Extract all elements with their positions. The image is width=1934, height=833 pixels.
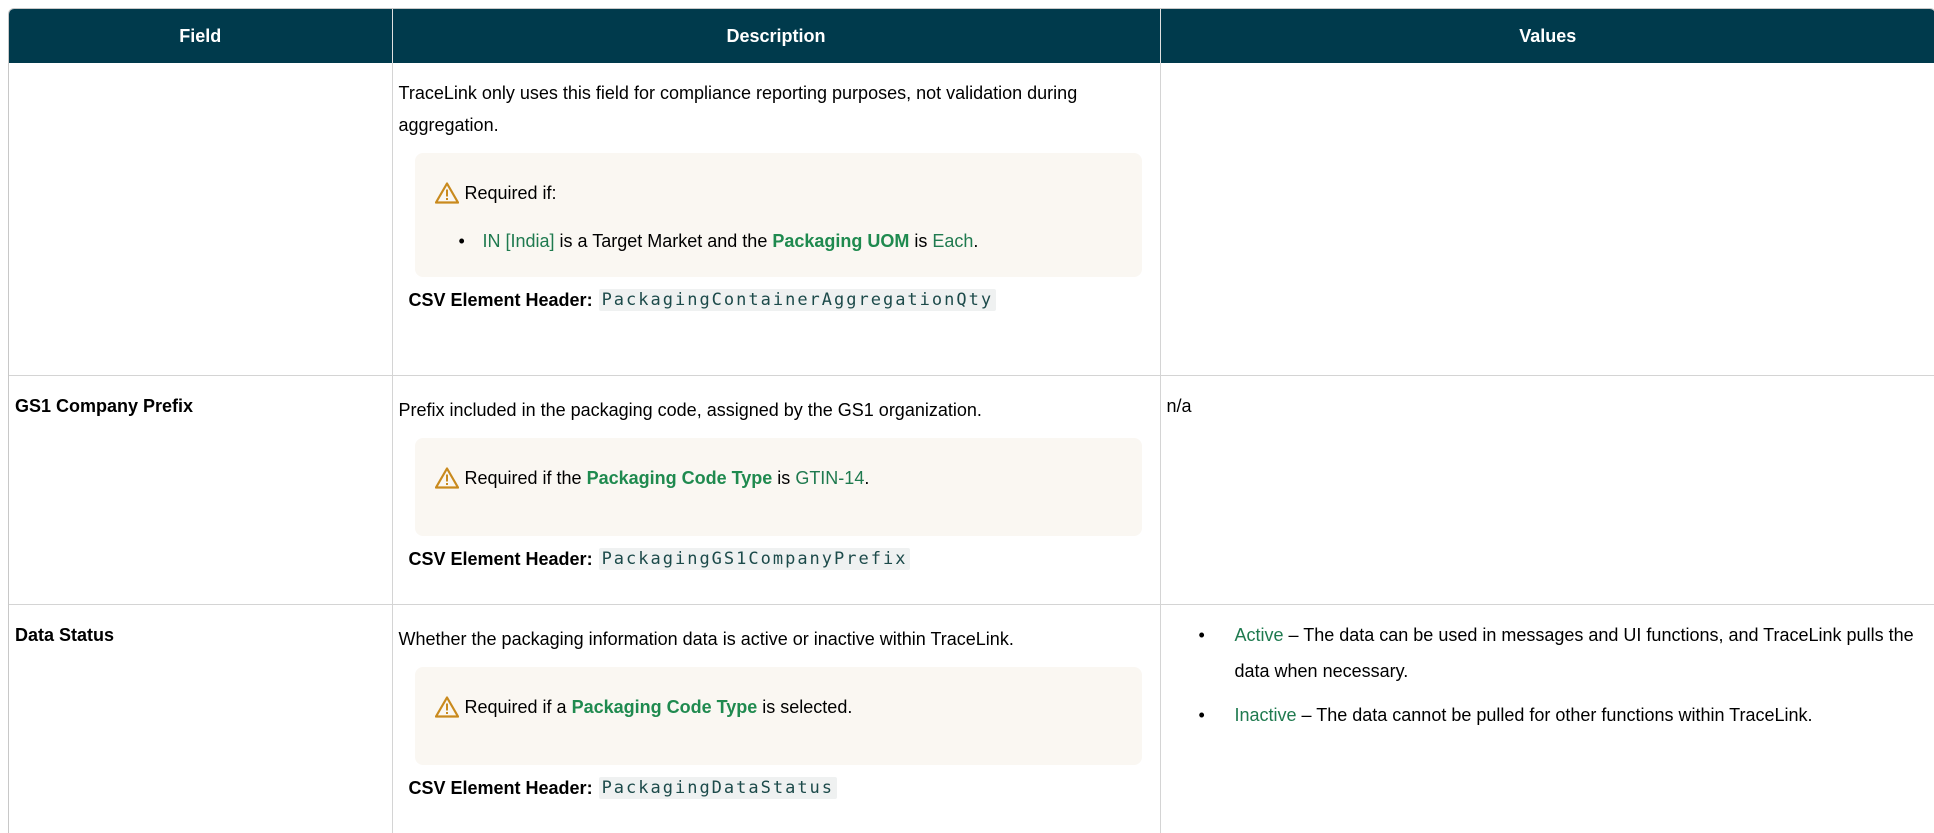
csv-label: CSV Element Header: — [409, 549, 593, 570]
note-lead: Required if the — [465, 468, 587, 489]
warning-triangle-icon — [435, 182, 459, 204]
description-text: Prefix included in the packaging code, a… — [399, 376, 1150, 426]
csv-code: PackagingContainerAggregationQty — [599, 289, 997, 311]
gtin-14-link[interactable]: GTIN-14 — [795, 468, 864, 489]
csv-code: PackagingGS1CompanyPrefix — [599, 548, 911, 570]
packaging-code-type-link[interactable]: Packaging Code Type — [572, 697, 758, 718]
field-name: Data Status — [9, 605, 392, 646]
field-cell: Data Status — [9, 605, 392, 833]
values-list: Active – The data can be used in message… — [1167, 617, 1934, 733]
list-item: Active – The data can be used in message… — [1167, 617, 1934, 689]
reference-table-wrapper: Field Description Values TraceLink only … — [8, 8, 1934, 833]
csv-label: CSV Element Header: — [409, 290, 593, 311]
table-row: TraceLink only uses this field for compl… — [9, 63, 1934, 376]
field-cell: GS1 Company Prefix — [9, 376, 392, 605]
requirement-note: Required if a Packaging Code Type is sel… — [415, 667, 1142, 765]
csv-label: CSV Element Header: — [409, 778, 593, 799]
note-text: is — [909, 231, 932, 251]
values-cell: Active – The data can be used in message… — [1160, 605, 1934, 833]
values-cell: n/a — [1160, 376, 1934, 605]
note-text: . — [864, 468, 869, 489]
note-text: . — [973, 231, 978, 251]
note-lead: Required if a — [465, 697, 572, 718]
values-text — [1161, 63, 1934, 83]
active-link[interactable]: Active — [1235, 625, 1284, 645]
value-description: – The data cannot be pulled for other fu… — [1297, 705, 1813, 725]
table-row: Data Status Whether the packaging inform… — [9, 605, 1934, 833]
header-description: Description — [392, 9, 1160, 63]
note-bullet: IN [India] is a Target Market and the Pa… — [435, 227, 1122, 255]
table-row: GS1 Company Prefix Prefix included in th… — [9, 376, 1934, 605]
description-cell: Prefix included in the packaging code, a… — [392, 376, 1160, 605]
requirement-note: Required if the Packaging Code Type is G… — [415, 438, 1142, 536]
packaging-uom-link[interactable]: Packaging UOM — [772, 231, 909, 251]
note-text: is — [772, 468, 795, 489]
each-link[interactable]: Each — [932, 231, 973, 251]
warning-triangle-icon — [435, 696, 459, 718]
description-cell: TraceLink only uses this field for compl… — [392, 63, 1160, 376]
description-text: Whether the packaging information data i… — [399, 605, 1150, 655]
values-cell — [1160, 63, 1934, 376]
packaging-code-type-link[interactable]: Packaging Code Type — [587, 468, 773, 489]
header-values: Values — [1160, 9, 1934, 63]
requirement-note: Required if: IN [India] is a Target Mark… — [415, 153, 1142, 277]
description-text: TraceLink only uses this field for compl… — [399, 63, 1150, 141]
value-description: – The data can be used in messages and U… — [1235, 625, 1914, 681]
warning-triangle-icon — [435, 467, 459, 489]
note-text: is a Target Market and the — [555, 231, 773, 251]
description-cell: Whether the packaging information data i… — [392, 605, 1160, 833]
csv-element-header: CSV Element Header: PackagingContainerAg… — [409, 289, 1150, 311]
field-name — [9, 63, 392, 83]
csv-element-header: CSV Element Header: PackagingGS1CompanyP… — [409, 548, 1150, 570]
inactive-link[interactable]: Inactive — [1235, 705, 1297, 725]
note-text: is selected. — [757, 697, 852, 718]
field-cell — [9, 63, 392, 376]
values-text: n/a — [1161, 376, 1934, 417]
table-header-row: Field Description Values — [9, 9, 1934, 63]
csv-code: PackagingDataStatus — [599, 777, 837, 799]
packaging-fields-table: Field Description Values TraceLink only … — [9, 9, 1934, 833]
list-item: Inactive – The data cannot be pulled for… — [1167, 697, 1934, 733]
field-name: GS1 Company Prefix — [9, 376, 392, 417]
csv-element-header: CSV Element Header: PackagingDataStatus — [409, 777, 1150, 799]
target-market-link[interactable]: IN [India] — [483, 231, 555, 251]
note-bullet-list: IN [India] is a Target Market and the Pa… — [435, 227, 1122, 255]
header-field: Field — [9, 9, 392, 63]
note-lead: Required if: — [465, 183, 557, 204]
